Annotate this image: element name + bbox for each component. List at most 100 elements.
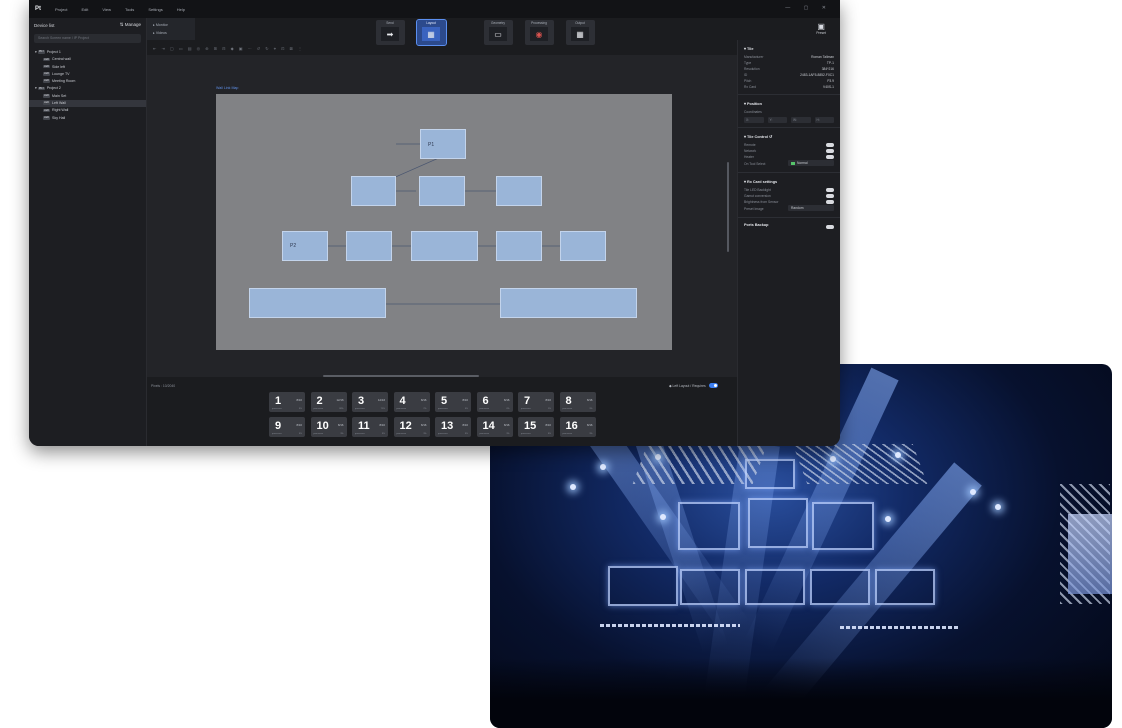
screen-tile[interactable] xyxy=(346,231,392,261)
preset-number: 1 xyxy=(275,395,282,407)
preset-load: 1% xyxy=(547,408,551,410)
toggle-switch[interactable] xyxy=(826,155,834,159)
screen-node[interactable]: LED Central wall xyxy=(29,56,146,63)
screen-node-selected[interactable]: LED Left Wall xyxy=(29,100,146,108)
screen-node[interactable]: LED Lounge TV xyxy=(29,71,146,78)
screen-tile[interactable] xyxy=(500,288,637,318)
preset-number: 16 xyxy=(565,420,578,432)
preset-slot-2[interactable]: 2 12/16 processor 38% xyxy=(310,392,347,412)
preset-slot-11[interactable]: 11 8/16 processor 3% xyxy=(352,417,388,437)
preset-slot-13[interactable]: 13 8/16 processor 3% xyxy=(435,417,471,437)
section-position[interactable]: ▾ Position xyxy=(744,99,834,109)
manage-button[interactable]: ⇅ Manage xyxy=(120,22,141,28)
preset-number: 2 xyxy=(316,395,323,407)
vertical-scrollbar[interactable] xyxy=(727,162,729,252)
screen-tile[interactable] xyxy=(249,288,386,318)
screen-node[interactable]: LED Right Wall xyxy=(29,107,146,114)
screen-tile[interactable] xyxy=(420,129,466,159)
tool-geometry[interactable]: Geometry ▭ xyxy=(483,20,513,45)
preset-number: 9 xyxy=(275,420,282,432)
toggle-switch[interactable] xyxy=(826,188,834,192)
menu-settings[interactable]: Settings xyxy=(148,7,162,12)
tool-output[interactable]: Output ▦ xyxy=(565,20,595,45)
horizontal-scrollbar[interactable] xyxy=(323,375,479,377)
menu-project[interactable]: Project xyxy=(55,7,67,12)
preset-slot-12[interactable]: 12 8/16 processor 3% xyxy=(393,417,430,437)
screen-node[interactable]: LED Sky Hall xyxy=(29,115,146,122)
preset-slot-3[interactable]: 3 12/16 processor 71% xyxy=(352,392,388,412)
preset-slot-6[interactable]: 6 8/16 processor 0% xyxy=(476,392,513,412)
screen-tile[interactable] xyxy=(496,231,542,261)
preset-slot-1[interactable]: 1 8/16 processor 3% xyxy=(269,392,305,412)
coord-x-field[interactable]: X: xyxy=(744,117,764,123)
on-tool-select-dropdown[interactable]: Normal xyxy=(788,160,834,166)
app-window: Pt Project Edit View Tools Settings Help… xyxy=(29,0,840,446)
preset-usage: 8/16 xyxy=(462,398,468,402)
layout-canvas[interactable]: P1 P2 xyxy=(216,94,672,350)
section-tile-control[interactable]: ▾ Tile Control ↺ xyxy=(744,132,834,142)
mode-videos[interactable]: ▸ Videos xyxy=(153,29,189,37)
preset-usage: 8/16 xyxy=(421,398,427,402)
output-icon: ▦ xyxy=(571,27,589,41)
section-tile[interactable]: ▾ Tile xyxy=(744,44,834,54)
section-rx-card[interactable]: ▾ Rx Card settings xyxy=(744,177,834,187)
preset-image-dropdown[interactable]: Random xyxy=(788,205,834,211)
screen-node[interactable]: LED Main Set xyxy=(29,93,146,100)
preset-number: 5 xyxy=(441,395,448,407)
screen-node[interactable]: LED Meeting Room xyxy=(29,78,146,85)
mode-switcher: ▸ Monitor ▸ Videos xyxy=(147,18,195,40)
screen-tile[interactable] xyxy=(282,231,328,261)
preset-slot-9[interactable]: 9 8/16 processor 3% xyxy=(269,417,305,437)
toggle-switch[interactable] xyxy=(826,194,834,198)
preset-slot-10[interactable]: 10 8/16 processor 3% xyxy=(310,417,347,437)
project-node-2[interactable]: ▾ PRJ Project 2 xyxy=(29,85,146,92)
geometry-icon: ▭ xyxy=(489,27,507,41)
tool-send[interactable]: Send ➡ xyxy=(375,20,405,45)
coord-w-field[interactable]: W: xyxy=(791,117,811,123)
pixel-status: Pixels : 10/2040 xyxy=(151,384,176,388)
device-search-input[interactable]: Search Screen name / IP Project xyxy=(34,34,141,43)
preset-slot-8[interactable]: 8 8/16 processor 3% xyxy=(559,392,596,412)
menu-help[interactable]: Help xyxy=(177,7,185,12)
preset-slot-7[interactable]: 7 8/16 processor 1% xyxy=(518,392,554,412)
screen-tile[interactable] xyxy=(411,231,478,261)
menu-edit[interactable]: Edit xyxy=(81,7,88,12)
canvas-label: Wall Link Map xyxy=(216,86,239,90)
project-node-1[interactable]: ▾ PRJ Project 1 xyxy=(29,49,146,56)
tool-layout[interactable]: Layout ▦ xyxy=(415,19,447,46)
menu-view[interactable]: View xyxy=(102,7,111,12)
edit-toolbar[interactable]: ⇤ ⇥ ▢ ▭ ▤ ◎ ⊕ ⊞ ⊟ ◆ ▣ ⋯ ↺ ↻ ⌖ ⊡ ⊠ ⋮ xyxy=(149,46,737,54)
layout-toggle[interactable] xyxy=(708,383,718,388)
screen-tile[interactable] xyxy=(560,231,606,261)
preset-slot-15[interactable]: 15 8/16 processor 3% xyxy=(518,417,554,437)
preset-load: 3% xyxy=(381,433,385,435)
screen-tile[interactable] xyxy=(496,176,542,206)
preset-source: processor xyxy=(396,433,407,435)
mode-monitor[interactable]: ▸ Monitor xyxy=(153,21,189,29)
toggle-switch[interactable] xyxy=(826,200,834,204)
screen-label-p1: P1 xyxy=(428,142,435,148)
preset-slot-16[interactable]: 16 8/16 processor 3% xyxy=(559,417,596,437)
toggle-switch[interactable] xyxy=(826,143,834,147)
preset-number: 12 xyxy=(399,420,412,432)
screen-node[interactable]: LED Side left xyxy=(29,64,146,71)
toggle-switch[interactable] xyxy=(826,149,834,153)
preset-load: 38% xyxy=(339,408,344,410)
preset-load: 3% xyxy=(423,433,427,435)
window-controls[interactable]: — ▢ ✕ xyxy=(785,5,832,11)
screen-tile[interactable] xyxy=(419,176,465,206)
preset-icon: ▣ xyxy=(817,22,825,31)
coord-h-field[interactable]: H: xyxy=(814,117,834,123)
ports-backup-toggle[interactable] xyxy=(826,225,834,229)
preset-load: 3% xyxy=(298,408,302,410)
preset-button[interactable]: ▣ Preset xyxy=(816,22,826,35)
preset-slot-4[interactable]: 4 8/16 processor 2% xyxy=(393,392,430,412)
tool-processing[interactable]: Processing ◉ xyxy=(524,20,554,45)
coord-y-field[interactable]: Y: xyxy=(767,117,787,123)
preset-slot-14[interactable]: 14 8/16 processor 3% xyxy=(476,417,513,437)
preset-slot-5[interactable]: 5 8/16 processor 5% xyxy=(435,392,471,412)
screen-tile[interactable] xyxy=(351,176,396,206)
preset-usage: 8/16 xyxy=(587,423,593,427)
menu-tools[interactable]: Tools xyxy=(125,7,134,12)
screen-label-p2: P2 xyxy=(290,243,297,249)
